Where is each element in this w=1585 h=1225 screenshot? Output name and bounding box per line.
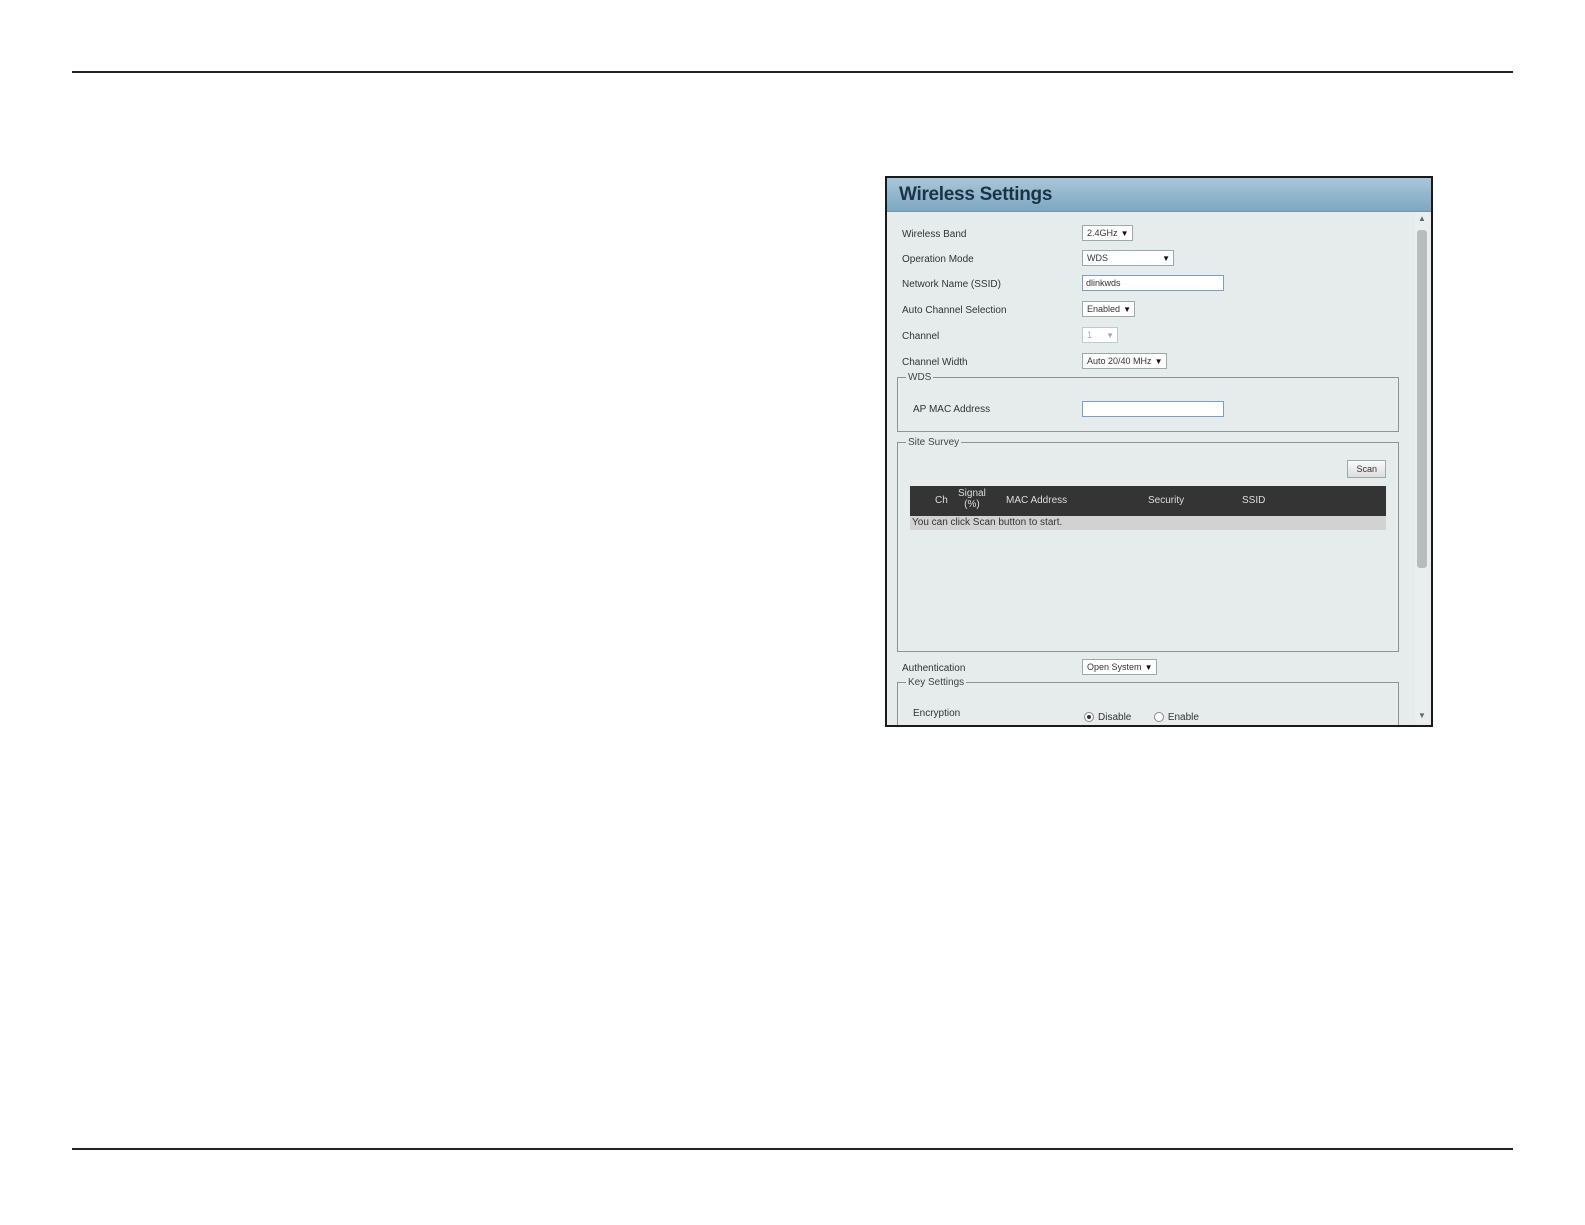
network-name-label: Network Name (SSID) (902, 279, 1001, 290)
operation-mode-select[interactable]: WDS ▼ (1082, 250, 1174, 266)
vertical-scrollbar[interactable]: ▲ ▼ (1415, 212, 1429, 723)
network-name-input[interactable]: dlinkwds (1082, 275, 1224, 291)
authentication-label: Authentication (902, 663, 966, 674)
ap-mac-input[interactable] (1082, 401, 1224, 417)
chevron-down-icon: ▼ (1144, 663, 1153, 672)
authentication-select[interactable]: Open System ▼ (1082, 659, 1157, 675)
encryption-enable-option[interactable]: Enable (1153, 712, 1199, 723)
chevron-down-icon: ▼ (1120, 229, 1129, 238)
encryption-disable-option[interactable]: Disable (1084, 712, 1131, 723)
site-survey-table-header: Ch Signal (%) MAC Address Security SSID (910, 486, 1386, 516)
key-settings-legend: Key Settings (908, 677, 965, 688)
channel-select[interactable]: 1 ▼ (1082, 327, 1118, 343)
site-survey-group: Site Survey Scan Ch Signal (%) MAC Addres… (897, 437, 1399, 652)
scan-button[interactable]: Scan (1347, 460, 1386, 478)
column-ssid: SSID (1242, 495, 1266, 506)
chevron-down-icon: ▼ (1123, 305, 1132, 314)
channel-width-select[interactable]: Auto 20/40 MHz ▼ (1082, 353, 1167, 369)
radio-unselected-icon[interactable] (1153, 712, 1164, 723)
operation-mode-label: Operation Mode (902, 254, 974, 265)
column-mac-address: MAC Address (1006, 495, 1068, 506)
wds-legend: WDS (908, 372, 932, 383)
channel-label: Channel (902, 331, 940, 342)
channel-width-label: Channel Width (902, 357, 968, 368)
site-survey-legend: Site Survey (908, 437, 960, 448)
bottom-divider-line (72, 1148, 1513, 1150)
site-survey-empty-row: You can click Scan button to start. (910, 516, 1386, 530)
auto-channel-label: Auto Channel Selection (902, 305, 1007, 316)
panel-header: Wireless Settings (887, 178, 1431, 212)
auto-channel-select[interactable]: Enabled ▼ (1082, 301, 1136, 317)
ap-mac-label: AP MAC Address (913, 404, 991, 415)
scroll-down-icon[interactable]: ▼ (1415, 709, 1429, 723)
radio-selected-icon[interactable] (1084, 712, 1094, 723)
column-security: Security (1148, 495, 1185, 506)
wireless-settings-panel: Wireless Settings Wireless Band 2.4GHz ▼ … (885, 176, 1433, 727)
wireless-band-label: Wireless Band (902, 229, 967, 240)
encryption-options: Disable Enable (1084, 707, 1217, 725)
wireless-band-select[interactable]: 2.4GHz ▼ (1082, 225, 1133, 241)
scroll-up-icon[interactable]: ▲ (1415, 212, 1429, 226)
encryption-label: Encryption (913, 708, 961, 719)
chevron-down-icon: ▼ (1106, 331, 1114, 340)
key-settings-group: Key Settings Encryption Disable Enable (897, 677, 1399, 725)
chevron-down-icon: ▼ (1154, 357, 1163, 366)
column-signal: Signal (%) (958, 488, 986, 510)
panel-title: Wireless Settings (899, 184, 1053, 205)
scroll-thumb[interactable] (1417, 230, 1427, 568)
wds-group: WDS AP MAC Address (897, 372, 1399, 432)
chevron-down-icon: ▼ (1162, 254, 1170, 263)
panel-content: Wireless Band 2.4GHz ▼ Operation Mode WDS… (887, 212, 1413, 725)
column-ch: Ch (935, 495, 948, 506)
top-divider-line (72, 71, 1513, 73)
